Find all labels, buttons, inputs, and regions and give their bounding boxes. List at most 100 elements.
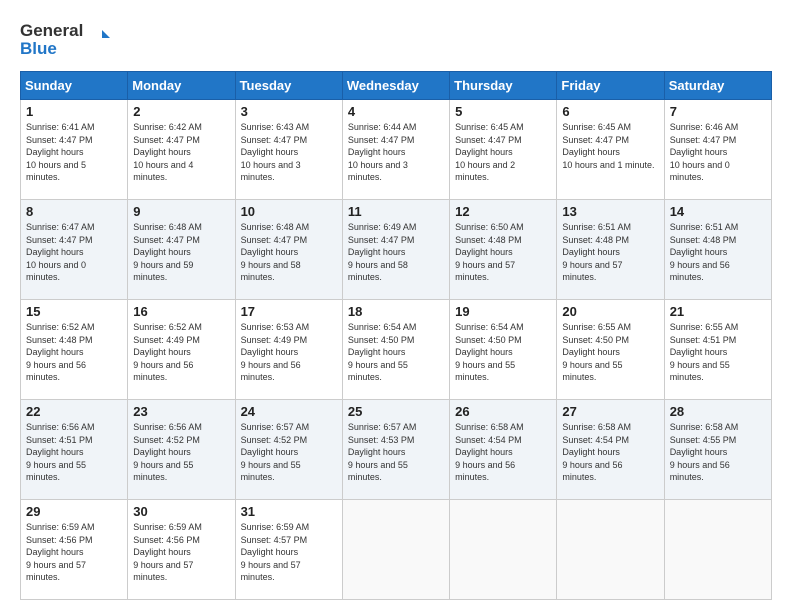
weekday-header-thursday: Thursday — [450, 72, 557, 100]
calendar-cell: 23 Sunrise: 6:56 AM Sunset: 4:52 PM Dayl… — [128, 400, 235, 500]
calendar-cell: 7 Sunrise: 6:46 AM Sunset: 4:47 PM Dayli… — [664, 100, 771, 200]
calendar-cell: 29 Sunrise: 6:59 AM Sunset: 4:56 PM Dayl… — [21, 500, 128, 600]
calendar-cell — [664, 500, 771, 600]
calendar-cell: 8 Sunrise: 6:47 AM Sunset: 4:47 PM Dayli… — [21, 200, 128, 300]
day-number: 9 — [133, 204, 229, 219]
day-info: Sunrise: 6:56 AM Sunset: 4:52 PM Dayligh… — [133, 421, 229, 484]
calendar-cell: 3 Sunrise: 6:43 AM Sunset: 4:47 PM Dayli… — [235, 100, 342, 200]
calendar-cell: 21 Sunrise: 6:55 AM Sunset: 4:51 PM Dayl… — [664, 300, 771, 400]
calendar-cell: 27 Sunrise: 6:58 AM Sunset: 4:54 PM Dayl… — [557, 400, 664, 500]
calendar-cell: 2 Sunrise: 6:42 AM Sunset: 4:47 PM Dayli… — [128, 100, 235, 200]
day-info: Sunrise: 6:46 AM Sunset: 4:47 PM Dayligh… — [670, 121, 766, 184]
day-number: 11 — [348, 204, 444, 219]
day-info: Sunrise: 6:57 AM Sunset: 4:53 PM Dayligh… — [348, 421, 444, 484]
day-number: 24 — [241, 404, 337, 419]
calendar-cell: 16 Sunrise: 6:52 AM Sunset: 4:49 PM Dayl… — [128, 300, 235, 400]
day-number: 27 — [562, 404, 658, 419]
day-info: Sunrise: 6:43 AM Sunset: 4:47 PM Dayligh… — [241, 121, 337, 184]
calendar-cell: 14 Sunrise: 6:51 AM Sunset: 4:48 PM Dayl… — [664, 200, 771, 300]
day-number: 6 — [562, 104, 658, 119]
logo-area: General Blue — [20, 16, 110, 61]
weekday-header-wednesday: Wednesday — [342, 72, 449, 100]
calendar-cell — [450, 500, 557, 600]
day-info: Sunrise: 6:44 AM Sunset: 4:47 PM Dayligh… — [348, 121, 444, 184]
calendar-week-5: 29 Sunrise: 6:59 AM Sunset: 4:56 PM Dayl… — [21, 500, 772, 600]
calendar-cell: 9 Sunrise: 6:48 AM Sunset: 4:47 PM Dayli… — [128, 200, 235, 300]
calendar-cell: 13 Sunrise: 6:51 AM Sunset: 4:48 PM Dayl… — [557, 200, 664, 300]
calendar-cell: 10 Sunrise: 6:48 AM Sunset: 4:47 PM Dayl… — [235, 200, 342, 300]
day-info: Sunrise: 6:55 AM Sunset: 4:50 PM Dayligh… — [562, 321, 658, 384]
calendar-cell: 24 Sunrise: 6:57 AM Sunset: 4:52 PM Dayl… — [235, 400, 342, 500]
svg-text:General: General — [20, 21, 83, 40]
calendar-cell: 19 Sunrise: 6:54 AM Sunset: 4:50 PM Dayl… — [450, 300, 557, 400]
calendar-cell: 1 Sunrise: 6:41 AM Sunset: 4:47 PM Dayli… — [21, 100, 128, 200]
calendar-week-2: 8 Sunrise: 6:47 AM Sunset: 4:47 PM Dayli… — [21, 200, 772, 300]
calendar-cell: 6 Sunrise: 6:45 AM Sunset: 4:47 PM Dayli… — [557, 100, 664, 200]
calendar-cell: 31 Sunrise: 6:59 AM Sunset: 4:57 PM Dayl… — [235, 500, 342, 600]
day-number: 20 — [562, 304, 658, 319]
day-info: Sunrise: 6:48 AM Sunset: 4:47 PM Dayligh… — [133, 221, 229, 284]
calendar-cell: 20 Sunrise: 6:55 AM Sunset: 4:50 PM Dayl… — [557, 300, 664, 400]
day-number: 15 — [26, 304, 122, 319]
day-info: Sunrise: 6:47 AM Sunset: 4:47 PM Dayligh… — [26, 221, 122, 284]
day-info: Sunrise: 6:54 AM Sunset: 4:50 PM Dayligh… — [455, 321, 551, 384]
calendar-cell: 30 Sunrise: 6:59 AM Sunset: 4:56 PM Dayl… — [128, 500, 235, 600]
day-number: 5 — [455, 104, 551, 119]
calendar-cell — [557, 500, 664, 600]
weekday-header-saturday: Saturday — [664, 72, 771, 100]
calendar-week-4: 22 Sunrise: 6:56 AM Sunset: 4:51 PM Dayl… — [21, 400, 772, 500]
day-info: Sunrise: 6:52 AM Sunset: 4:49 PM Dayligh… — [133, 321, 229, 384]
weekday-header-sunday: Sunday — [21, 72, 128, 100]
day-number: 21 — [670, 304, 766, 319]
day-number: 19 — [455, 304, 551, 319]
day-number: 28 — [670, 404, 766, 419]
day-info: Sunrise: 6:45 AM Sunset: 4:47 PM Dayligh… — [562, 121, 658, 171]
day-info: Sunrise: 6:57 AM Sunset: 4:52 PM Dayligh… — [241, 421, 337, 484]
day-number: 14 — [670, 204, 766, 219]
day-info: Sunrise: 6:51 AM Sunset: 4:48 PM Dayligh… — [562, 221, 658, 284]
logo-svg: General Blue — [20, 16, 110, 61]
calendar-cell: 25 Sunrise: 6:57 AM Sunset: 4:53 PM Dayl… — [342, 400, 449, 500]
day-number: 13 — [562, 204, 658, 219]
header: General Blue — [20, 16, 772, 61]
calendar-cell: 12 Sunrise: 6:50 AM Sunset: 4:48 PM Dayl… — [450, 200, 557, 300]
day-info: Sunrise: 6:49 AM Sunset: 4:47 PM Dayligh… — [348, 221, 444, 284]
day-number: 30 — [133, 504, 229, 519]
day-number: 8 — [26, 204, 122, 219]
weekday-header-monday: Monday — [128, 72, 235, 100]
day-info: Sunrise: 6:59 AM Sunset: 4:57 PM Dayligh… — [241, 521, 337, 584]
day-info: Sunrise: 6:51 AM Sunset: 4:48 PM Dayligh… — [670, 221, 766, 284]
day-number: 4 — [348, 104, 444, 119]
day-info: Sunrise: 6:41 AM Sunset: 4:47 PM Dayligh… — [26, 121, 122, 184]
day-number: 12 — [455, 204, 551, 219]
day-number: 10 — [241, 204, 337, 219]
day-number: 17 — [241, 304, 337, 319]
svg-text:Blue: Blue — [20, 39, 57, 58]
calendar-cell: 28 Sunrise: 6:58 AM Sunset: 4:55 PM Dayl… — [664, 400, 771, 500]
day-info: Sunrise: 6:53 AM Sunset: 4:49 PM Dayligh… — [241, 321, 337, 384]
calendar-cell — [342, 500, 449, 600]
day-info: Sunrise: 6:48 AM Sunset: 4:47 PM Dayligh… — [241, 221, 337, 284]
day-number: 16 — [133, 304, 229, 319]
day-info: Sunrise: 6:59 AM Sunset: 4:56 PM Dayligh… — [26, 521, 122, 584]
calendar-cell: 5 Sunrise: 6:45 AM Sunset: 4:47 PM Dayli… — [450, 100, 557, 200]
calendar-week-1: 1 Sunrise: 6:41 AM Sunset: 4:47 PM Dayli… — [21, 100, 772, 200]
calendar-cell: 26 Sunrise: 6:58 AM Sunset: 4:54 PM Dayl… — [450, 400, 557, 500]
day-number: 3 — [241, 104, 337, 119]
day-info: Sunrise: 6:42 AM Sunset: 4:47 PM Dayligh… — [133, 121, 229, 184]
day-number: 31 — [241, 504, 337, 519]
weekday-header-friday: Friday — [557, 72, 664, 100]
day-number: 2 — [133, 104, 229, 119]
calendar-week-3: 15 Sunrise: 6:52 AM Sunset: 4:48 PM Dayl… — [21, 300, 772, 400]
day-number: 26 — [455, 404, 551, 419]
day-info: Sunrise: 6:56 AM Sunset: 4:51 PM Dayligh… — [26, 421, 122, 484]
calendar-cell: 18 Sunrise: 6:54 AM Sunset: 4:50 PM Dayl… — [342, 300, 449, 400]
day-number: 1 — [26, 104, 122, 119]
calendar-cell: 22 Sunrise: 6:56 AM Sunset: 4:51 PM Dayl… — [21, 400, 128, 500]
day-number: 7 — [670, 104, 766, 119]
calendar-header-row: SundayMondayTuesdayWednesdayThursdayFrid… — [21, 72, 772, 100]
calendar-cell: 17 Sunrise: 6:53 AM Sunset: 4:49 PM Dayl… — [235, 300, 342, 400]
day-info: Sunrise: 6:45 AM Sunset: 4:47 PM Dayligh… — [455, 121, 551, 184]
day-number: 29 — [26, 504, 122, 519]
day-number: 23 — [133, 404, 229, 419]
